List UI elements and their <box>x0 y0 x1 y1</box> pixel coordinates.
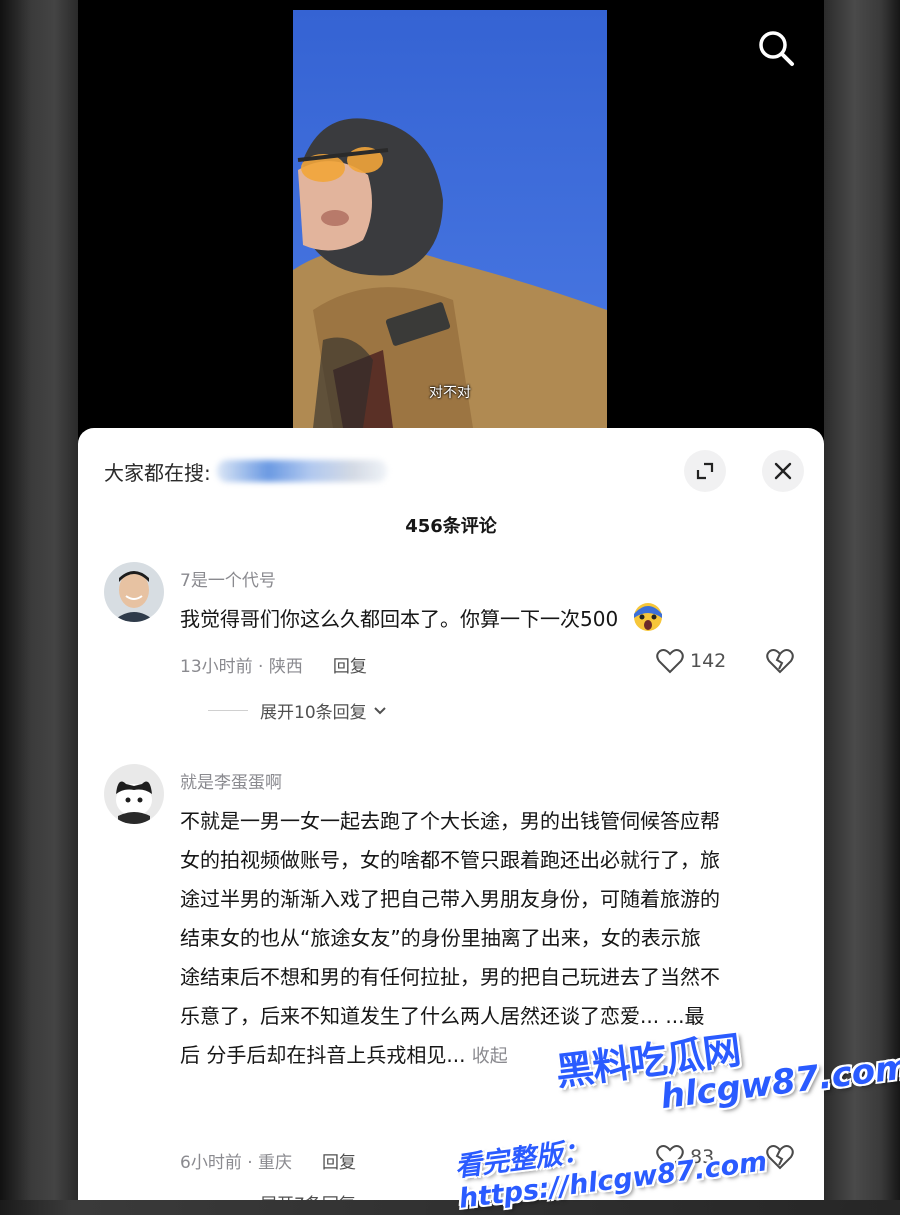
trending-search-label: 大家都在搜: <box>104 460 211 485</box>
search-icon <box>759 31 794 66</box>
expand-icon <box>696 462 714 480</box>
expand-replies-label: 展开10条回复 <box>260 703 367 723</box>
expand-replies-button[interactable]: 展开7条回复 <box>208 1190 356 1200</box>
search-button[interactable] <box>754 26 798 70</box>
comment-time-location: 13小时前 · 陕西 <box>180 657 303 677</box>
expand-fullscreen-button[interactable] <box>684 450 726 492</box>
trending-search-bar[interactable]: 大家都在搜: <box>104 456 387 486</box>
chevron-down-icon <box>373 706 386 714</box>
like-button[interactable]: 142 <box>656 648 726 674</box>
broken-heart-icon <box>766 649 794 674</box>
phone-screen: 对不对 大家都在搜: 456条评论 7是一个代号 我觉得哥们你这么久都回本了。你… <box>78 0 824 1200</box>
collapse-button[interactable]: 收起 <box>472 1046 508 1067</box>
reply-button[interactable]: 回复 <box>322 1148 356 1173</box>
dislike-button[interactable] <box>766 648 794 678</box>
video-player[interactable]: 对不对 <box>293 10 607 428</box>
close-icon <box>774 462 792 480</box>
expand-replies-button[interactable]: 展开10条回复 <box>208 698 387 723</box>
comment-count-title: 456条评论 <box>405 516 497 537</box>
background-right <box>824 0 900 1200</box>
like-count: 142 <box>690 650 727 672</box>
background-left <box>0 0 78 1200</box>
reply-button[interactable]: 回复 <box>333 652 367 677</box>
comment-item: 7是一个代号 我觉得哥们你这么久都回本了。你算一下一次500 13小时前 · 陕… <box>104 562 804 723</box>
comment-body: 不就是一男一女一起去跑了个大长途，男的出钱管伺候答应帮女的拍视频做账号，女的啥都… <box>180 809 720 1067</box>
heart-icon <box>656 649 684 674</box>
close-button[interactable] <box>762 450 804 492</box>
trending-search-term-blurred[interactable] <box>216 460 387 482</box>
comment-username[interactable]: 7是一个代号 <box>180 566 276 591</box>
video-frame-image <box>293 10 607 428</box>
expand-replies-label: 展开7条回复 <box>260 1190 356 1200</box>
screaming-face-emoji-icon <box>633 603 662 631</box>
video-subtitle: 对不对 <box>429 385 471 401</box>
avatar[interactable] <box>104 764 164 824</box>
comment-time-location: 6小时前 · 重庆 <box>180 1153 293 1173</box>
comment-body: 我觉得哥们你这么久都回本了。你算一下一次500 <box>180 607 619 631</box>
divider <box>208 710 248 711</box>
comment-username[interactable]: 就是李蛋蛋啊 <box>180 768 282 793</box>
comment-meta: 6小时前 · 重庆 回复 <box>180 1148 356 1173</box>
comment-text: 我觉得哥们你这么久都回本了。你算一下一次500 <box>180 600 740 639</box>
comment-meta: 13小时前 · 陕西 回复 <box>180 652 367 677</box>
avatar[interactable] <box>104 562 164 622</box>
